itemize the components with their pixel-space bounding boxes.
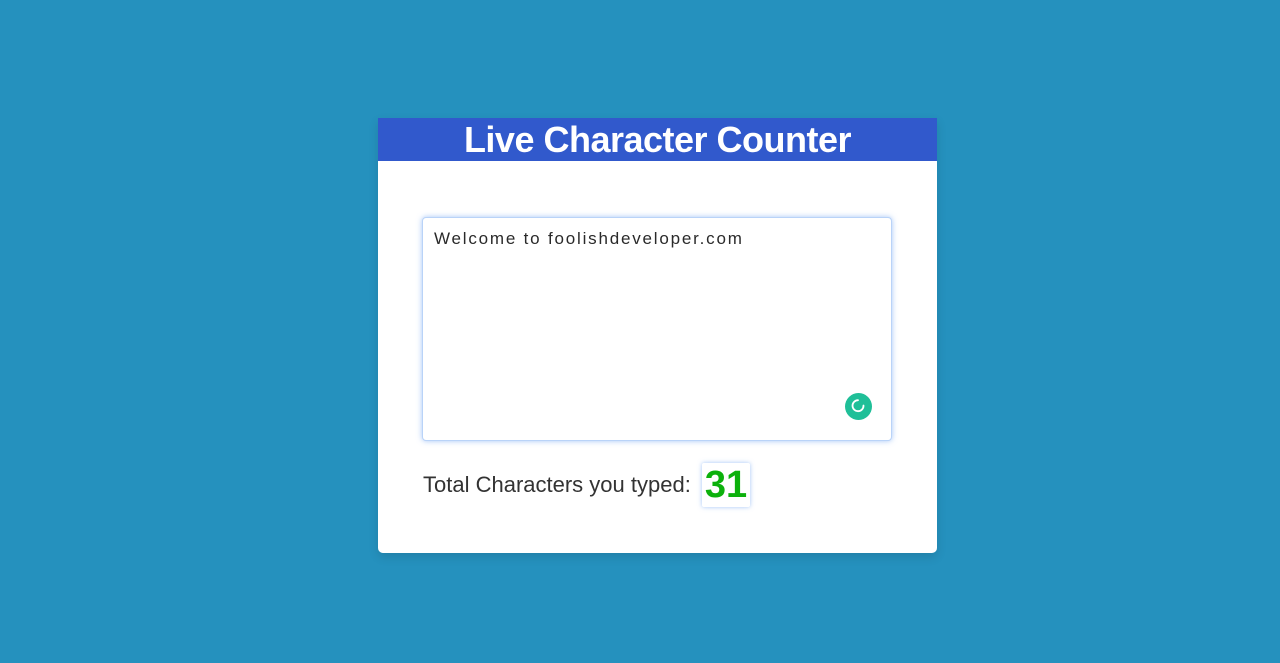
character-count: 31 xyxy=(701,463,751,507)
text-input-wrapper xyxy=(422,217,892,441)
text-input[interactable] xyxy=(422,217,892,441)
count-row: Total Characters you typed: 31 xyxy=(423,462,751,508)
count-label: Total Characters you typed: xyxy=(423,472,691,497)
page-title: Live Character Counter xyxy=(378,118,937,161)
grammar-assistant-icon[interactable] xyxy=(845,393,872,420)
counter-card: Live Character Counter Total Characters … xyxy=(378,118,937,553)
